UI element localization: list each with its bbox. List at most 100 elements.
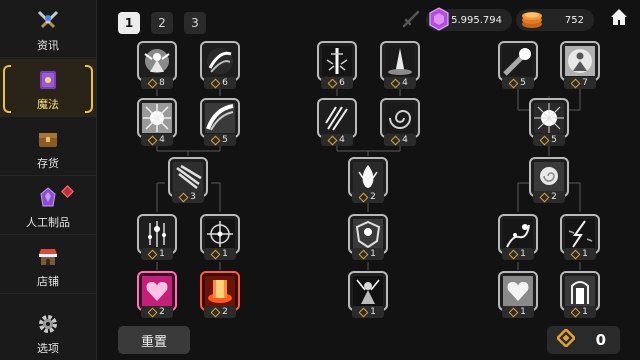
skill-node-wind-slash[interactable]: [200, 41, 240, 81]
fire-pillar-icon: [205, 276, 235, 306]
reset-button[interactable]: 重置: [118, 326, 190, 354]
arc-slash-icon: [205, 103, 235, 133]
skill-node-light-pillar[interactable]: [380, 41, 420, 81]
skill-level-badge: 4: [384, 134, 416, 146]
sidebar: 资讯 魔法 存货 人工制品 店铺 选项: [0, 0, 97, 360]
skill-level-badge: 2: [141, 306, 173, 318]
sidebar-item-label: 魔法: [37, 98, 59, 111]
sidebar-item-label: 店铺: [37, 275, 59, 288]
skill-node-fire-pillar[interactable]: [200, 271, 240, 311]
comet-icon: [503, 46, 533, 76]
skill-level-badge: 5: [502, 77, 534, 89]
sidebar-item-magic[interactable]: 魔法: [0, 59, 96, 117]
light-burst-icon: [142, 103, 172, 133]
skill-node-arc-slash[interactable]: [200, 98, 240, 138]
skill-level-badge: 1: [352, 248, 384, 260]
skill-level-badge: 2: [533, 191, 565, 203]
tab-1[interactable]: 1: [118, 12, 140, 34]
skill-level-badge: 1: [502, 306, 534, 318]
skill-level-badge: 8: [141, 77, 173, 89]
sidebar-item-artifacts[interactable]: 人工制品: [0, 177, 96, 235]
skill-node-spirit-heart[interactable]: [498, 271, 538, 311]
skill-points-counter: 0: [547, 326, 620, 354]
skill-level-badge: 1: [352, 306, 384, 318]
white-rose-icon: [534, 162, 564, 192]
sword-icon: [402, 10, 420, 32]
sparkle-rain-icon: [142, 219, 172, 249]
skill-level-badge: 4: [384, 77, 416, 89]
sidebar-item-shop[interactable]: 店铺: [0, 236, 96, 294]
guardian-shield-icon: [353, 219, 383, 249]
coin-stack-icon: [520, 8, 544, 34]
home-button[interactable]: [604, 6, 634, 32]
tab-3[interactable]: 3: [184, 12, 206, 34]
radiant-figure-icon: [565, 46, 595, 76]
pink-heart-icon: [142, 276, 172, 306]
star-burst-icon: [534, 103, 564, 133]
skill-node-comet[interactable]: [498, 41, 538, 81]
gear-icon: [35, 311, 61, 337]
dark-warrior-icon: [353, 276, 383, 306]
skill-node-light-burst[interactable]: [137, 98, 177, 138]
purple-crystal-icon: [35, 185, 61, 211]
skill-level-badge: 5: [533, 134, 565, 146]
blade-rain-icon: [173, 162, 203, 192]
holy-knight-icon: [144, 49, 170, 73]
vortex-icon: [385, 103, 415, 133]
skill-node-light-gate[interactable]: [560, 271, 600, 311]
skill-node-pink-heart[interactable]: [137, 271, 177, 311]
skill-level-badge: 2: [204, 306, 236, 318]
healing-vine-icon: [503, 219, 533, 249]
skill-point-icon: [555, 327, 577, 351]
skill-node-claw-slash[interactable]: [317, 98, 357, 138]
skill-level-badge: 1: [502, 248, 534, 260]
skill-level-badge: 2: [352, 191, 384, 203]
sword-shatter-icon: [322, 46, 352, 76]
home-icon: [609, 7, 629, 31]
shop-stall-icon: [35, 244, 61, 270]
skill-level-badge: 4: [141, 134, 173, 146]
skill-node-sword-shatter[interactable]: [317, 41, 357, 81]
white-flame-icon: [353, 162, 383, 192]
skill-node-holy-knight[interactable]: [137, 41, 177, 81]
sidebar-item-label: 存货: [37, 157, 59, 170]
spirit-heart-icon: [503, 276, 533, 306]
gem-icon: [428, 7, 450, 35]
spellbook-icon: [35, 67, 61, 93]
skill-level-badge: 4: [321, 134, 353, 146]
wind-slash-icon: [207, 48, 233, 74]
skill-level-badge: 3: [172, 191, 204, 203]
sidebar-item-info[interactable]: 资讯: [0, 0, 96, 58]
sidebar-item-label: 资讯: [37, 39, 59, 52]
skill-level-badge: 1: [204, 248, 236, 260]
claw-slash-icon: [322, 103, 352, 133]
sidebar-item-label: 人工制品: [26, 216, 70, 229]
skill-level-badge: 1: [564, 306, 596, 318]
skill-node-dark-warrior[interactable]: [348, 271, 388, 311]
skill-level-badge: 5: [204, 134, 236, 146]
skill-level-badge: 6: [321, 77, 353, 89]
skill-points-value: 0: [595, 331, 606, 349]
gem-amount: 5.995.794: [451, 14, 502, 26]
skill-level-badge: 7: [564, 77, 596, 89]
sidebar-item-label: 选项: [37, 342, 59, 355]
skill-level-badge: 6: [204, 77, 236, 89]
skill-level-badge: 1: [564, 248, 596, 260]
selection-bracket-right: [85, 65, 93, 113]
selection-bracket-left: [3, 65, 11, 113]
treasure-chest-icon: [35, 126, 61, 152]
notification-badge: [61, 185, 74, 198]
light-gate-icon: [565, 276, 595, 306]
light-pillar-icon: [385, 46, 415, 76]
skill-level-badge: 1: [141, 248, 173, 260]
crosshair-icon: [205, 219, 235, 249]
sidebar-item-inventory[interactable]: 存货: [0, 118, 96, 176]
coin-amount: 752: [564, 14, 584, 26]
sidebar-item-options[interactable]: 选项: [0, 295, 96, 360]
skill-node-vortex[interactable]: [380, 98, 420, 138]
crossed-swords-icon: [35, 8, 61, 34]
skill-node-radiant-figure[interactable]: [560, 41, 600, 81]
ice-lightning-icon: [565, 219, 595, 249]
tab-2[interactable]: 2: [151, 12, 173, 34]
skill-node-star-burst[interactable]: [529, 98, 569, 138]
